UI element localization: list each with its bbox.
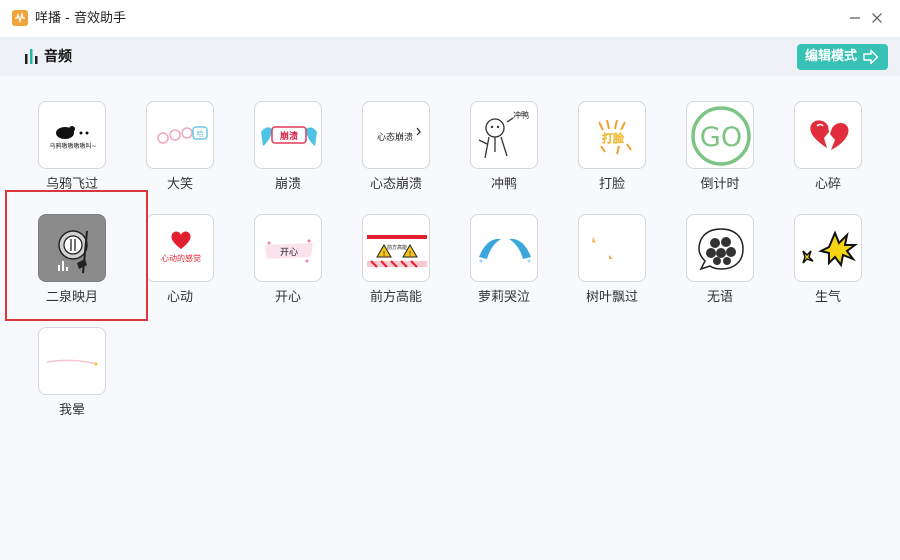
section-header: 音频 编辑模式 [0, 37, 900, 76]
sound-tile-16[interactable]: 我晕 [33, 327, 133, 432]
charge-duck-icon[interactable]: 冲鸭 [470, 101, 538, 169]
sound-tile-1[interactable]: 哈 大笑 [141, 101, 241, 206]
svg-text:!: ! [409, 250, 412, 258]
sound-label: 无语 [706, 290, 733, 305]
sound-label: 树叶飘过 [585, 290, 638, 305]
laugh-icon[interactable]: 哈 [146, 101, 214, 169]
sound-label: 我晕 [58, 403, 85, 418]
sound-tile-10[interactable]: 开心 开心 [249, 214, 349, 319]
happy-thumb-text: 开心 [280, 247, 298, 258]
mental-breakdown-icon[interactable]: 心态崩溃 [362, 101, 430, 169]
sound-tile-7[interactable]: 心碎 [789, 101, 889, 206]
crying-icon[interactable] [470, 214, 538, 282]
close-icon[interactable] [868, 9, 886, 27]
sound-label: 心态崩溃 [369, 177, 422, 192]
window-title: 咩播 - 音效助手 [35, 11, 126, 26]
countdown-icon[interactable]: GO [686, 101, 754, 169]
heartbeat-thumb-text: 心动的感觉 [161, 253, 201, 263]
mental-breakdown-thumb-text: 心态崩溃 [377, 131, 413, 143]
sound-tile-12[interactable]: 萝莉哭泣 [465, 214, 565, 319]
face-slap-thumb-text: 打脸 [602, 131, 625, 145]
edit-mode-button[interactable]: 编辑模式 [797, 44, 888, 70]
sound-tile-13[interactable]: 树叶飘过 [573, 214, 673, 319]
charge-duck-thumb-text: 冲鸭 [513, 110, 529, 120]
speechless-icon[interactable] [686, 214, 754, 282]
broken-heart-icon[interactable] [794, 101, 862, 169]
face-slap-icon[interactable]: 打脸 [578, 101, 646, 169]
angry-icon[interactable] [794, 214, 862, 282]
sound-label: 大笑 [166, 177, 193, 192]
crow-thumb-text: 乌鸦嗷嗷嗷嗷叫~ [49, 142, 96, 150]
sound-tile-4[interactable]: 冲鸭 冲鸭 [465, 101, 565, 206]
sound-label: 心碎 [814, 177, 841, 192]
happy-icon[interactable]: 开心 [254, 214, 322, 282]
sound-tile-15[interactable]: 生气 [789, 214, 889, 319]
heartbeat-icon[interactable]: 心动的感觉 [146, 214, 214, 282]
sound-tile-2[interactable]: 崩溃 崩溃 [249, 101, 349, 206]
sound-tile-11[interactable]: ! ! 前方高能 前方高能 [357, 214, 457, 319]
sound-label: 前方高能 [369, 290, 422, 305]
sound-label: 生气 [814, 290, 841, 305]
countdown-thumb-text: GO [700, 122, 742, 153]
sound-tile-3[interactable]: 心态崩溃 心态崩溃 [357, 101, 457, 206]
dizzy-icon[interactable] [38, 327, 106, 395]
sound-label: 开心 [274, 290, 301, 305]
sound-label: 冲鸭 [490, 177, 517, 192]
crow-icon[interactable]: 乌鸦嗷嗷嗷嗷叫~ [38, 101, 106, 169]
audio-bars-icon [24, 48, 40, 64]
selected-tile-highlight [5, 190, 148, 321]
breakdown-icon[interactable]: 崩溃 [254, 101, 322, 169]
sound-tile-14[interactable]: 无语 [681, 214, 781, 319]
sound-tile-6[interactable]: GO 倒计时 [681, 101, 781, 206]
laugh-thumb-text: 哈 [197, 129, 204, 138]
section-title: 音频 [44, 49, 72, 65]
sound-tile-5[interactable]: 打脸 打脸 [573, 101, 673, 206]
svg-text:!: ! [383, 250, 386, 258]
breakdown-thumb-text: 崩溃 [280, 130, 298, 142]
sound-label: 崩溃 [274, 177, 301, 192]
sound-label: 心动 [166, 290, 193, 305]
warning-icon[interactable]: ! ! 前方高能 [362, 214, 430, 282]
edit-mode-label: 编辑模式 [805, 49, 858, 64]
title-bar: 咩播 - 音效助手 [0, 0, 900, 37]
warning-thumb-text: 前方高能 [387, 244, 407, 251]
sound-label: 打脸 [598, 177, 625, 192]
leaf-icon[interactable] [578, 214, 646, 282]
app-logo-icon [12, 10, 28, 26]
minimize-icon[interactable] [846, 9, 864, 27]
sound-tile-9[interactable]: 心动的感觉 心动 [141, 214, 241, 319]
sound-label: 倒计时 [700, 177, 740, 192]
sound-label: 萝莉哭泣 [477, 290, 530, 305]
